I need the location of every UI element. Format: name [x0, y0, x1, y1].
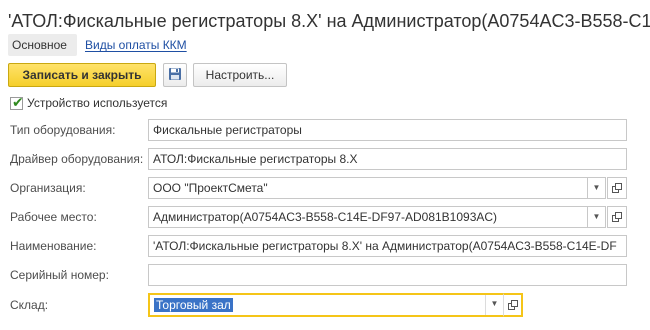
warehouse-open-button[interactable]: [503, 293, 523, 317]
floppy-disk-icon: [168, 67, 182, 84]
driver-label: Драйвер оборудования:: [10, 152, 144, 166]
organization-field[interactable]: ООО "ПроектСмета": [148, 177, 588, 199]
form-tabs: Основное Виды оплаты ККМ: [8, 34, 197, 56]
organization-label: Организация:: [10, 181, 86, 195]
warehouse-dropdown-button[interactable]: ▼: [485, 295, 503, 315]
name-field[interactable]: 'АТОЛ:Фискальные регистраторы 8.X' на Ад…: [148, 235, 627, 257]
name-label: Наименование:: [10, 239, 97, 253]
open-link-icon: [612, 183, 622, 193]
chevron-down-icon: ▼: [490, 299, 499, 308]
device-in-use-checkbox[interactable]: ✔: [10, 93, 24, 110]
organization-open-button[interactable]: [607, 177, 627, 199]
device-in-use-row: ✔ Устройство используется: [10, 93, 167, 111]
workplace-label: Рабочее место:: [10, 210, 97, 224]
warehouse-selected-text: Торговый зал: [154, 298, 233, 312]
chevron-down-icon: ▼: [592, 212, 601, 221]
settings-button[interactable]: Настроить...: [193, 63, 287, 87]
tab-main[interactable]: Основное: [8, 34, 77, 56]
window-title: 'АТОЛ:Фискальные регистраторы 8.X' на Ад…: [8, 11, 650, 31]
warehouse-label: Склад:: [10, 298, 49, 312]
organization-dropdown-button[interactable]: ▼: [588, 177, 606, 199]
equipment-type-field[interactable]: Фискальные регистраторы: [148, 119, 627, 141]
open-link-icon: [612, 212, 622, 222]
tab-payment-types[interactable]: Виды оплаты ККМ: [77, 34, 197, 56]
checkmark-icon: ✔: [12, 93, 24, 110]
workplace-dropdown-button[interactable]: ▼: [588, 206, 606, 228]
driver-field[interactable]: АТОЛ:Фискальные регистраторы 8.X: [148, 148, 627, 170]
serial-label: Серийный номер:: [10, 268, 109, 282]
chevron-down-icon: ▼: [592, 183, 601, 192]
device-in-use-label[interactable]: Устройство используется: [27, 96, 167, 110]
serial-field[interactable]: [148, 264, 627, 286]
workplace-open-button[interactable]: [607, 206, 627, 228]
workplace-field[interactable]: Администратор(A0754AC3-B558-C14E-DF97-AD…: [148, 206, 588, 228]
equipment-type-label: Тип оборудования:: [10, 123, 116, 137]
save-button[interactable]: [163, 63, 187, 87]
save-and-close-button[interactable]: Записать и закрыть: [8, 63, 156, 87]
toolbar: Записать и закрыть Настроить...: [8, 62, 287, 88]
open-link-icon: [507, 300, 518, 310]
warehouse-field[interactable]: Торговый зал: [148, 293, 503, 317]
